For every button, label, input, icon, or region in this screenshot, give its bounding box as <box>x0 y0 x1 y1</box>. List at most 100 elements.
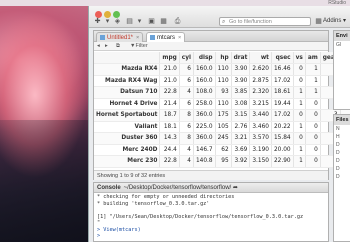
open-file-icon[interactable]: ▤ <box>125 17 134 26</box>
row-name-cell: Mazda RX4 <box>94 63 161 76</box>
table-cell: 8 <box>179 132 194 145</box>
wallpaper-shadow <box>0 120 90 242</box>
popout-icon[interactable]: ⧉ <box>116 42 120 51</box>
table-cell: 245 <box>215 132 232 145</box>
table-cell: 4 <box>179 86 194 99</box>
console-prompt[interactable]: > <box>97 233 325 240</box>
table-cell: 3.92 <box>231 155 251 168</box>
files-tab[interactable]: Files <box>334 115 350 125</box>
file-item[interactable]: H <box>334 133 350 141</box>
tab-untitled1[interactable]: Untitled1* × <box>96 32 144 42</box>
table-cell: 2.76 <box>231 121 251 133</box>
table-cell: 3.190 <box>249 144 272 156</box>
row-name-cell: Hornet Sportabout <box>94 109 161 122</box>
chevron-down-icon[interactable]: ▾ <box>103 17 112 26</box>
table-cell: 3.21 <box>231 132 251 145</box>
new-project-icon[interactable]: ◈ <box>113 17 122 26</box>
column-header[interactable]: vs <box>293 52 306 64</box>
table-row[interactable]: Datsun 71022.84108.0933.852.32018.61114 <box>94 86 350 99</box>
forward-arrow-icon[interactable]: ▸ <box>105 42 108 51</box>
table-cell: 21.0 <box>159 75 180 87</box>
data-table: mpg cyl disp hp drat wt qsec vs am gear … <box>94 52 350 168</box>
table-cell: 18.1 <box>159 121 180 133</box>
table-cell: 95 <box>215 155 232 168</box>
table-cell: 8 <box>179 109 194 122</box>
table-row[interactable]: Hornet Sportabout 18.7 8 360.0 175 3.15 3.440 1… <box>94 109 350 122</box>
row-name-cell: Merc 230 <box>94 155 161 168</box>
file-item[interactable]: N <box>334 125 350 133</box>
table-cell: 1 <box>293 86 306 99</box>
tab-mtcars[interactable]: mtcars × <box>146 32 186 42</box>
table-cell: 146.7 <box>193 144 216 156</box>
file-item[interactable]: D <box>334 141 350 149</box>
row-name-cell: Hornet 4 Drive <box>94 98 161 110</box>
back-arrow-icon[interactable]: ◂ <box>97 42 100 51</box>
table-cell: 0 <box>293 75 306 87</box>
console-output[interactable]: * checking for empty or unneeded directo… <box>94 193 328 241</box>
global-env-label[interactable]: Gl <box>334 41 350 49</box>
filter-button[interactable]: ▼ Filter <box>130 42 148 51</box>
close-icon[interactable]: × <box>136 35 139 41</box>
console-title: Console <box>97 185 121 191</box>
table-cell: 3.69 <box>231 144 251 156</box>
table-cell: 175 <box>215 109 232 122</box>
file-item[interactable]: D <box>334 173 350 181</box>
table-cell: 22.90 <box>271 155 294 168</box>
column-header[interactable]: disp <box>193 52 216 64</box>
column-header[interactable]: cyl <box>179 52 194 64</box>
file-item[interactable]: D <box>334 165 350 173</box>
addins-menu[interactable]: Addins ▾ <box>323 17 346 26</box>
new-file-icon[interactable]: ✚ <box>93 17 102 26</box>
table-cell: 21.0 <box>159 63 180 76</box>
table-cell: 62 <box>215 144 232 156</box>
column-header[interactable]: qsec <box>271 52 294 64</box>
goto-file-function-input[interactable]: ⌕ Go to file/function <box>219 17 311 26</box>
file-item[interactable]: D <box>334 149 350 157</box>
table-row[interactable]: Valiant18.16225.01052.763.46020.22103 <box>94 121 350 133</box>
table-cell: 18.61 <box>271 86 294 99</box>
table-cell: 3.15 <box>231 109 251 122</box>
addins-label: Addins <box>323 18 342 24</box>
print-icon[interactable]: ⎙ <box>173 17 182 26</box>
column-header[interactable] <box>94 52 161 64</box>
file-item[interactable]: D <box>334 157 350 165</box>
table-row[interactable]: Mazda RX421.06160.01103.902.62016.46014 <box>94 63 350 76</box>
table-cell: 3.85 <box>231 86 251 99</box>
rstudio-window: ✚ ▾ ◈ ▤ ▾ ▣ ▦ ⎙ ⌕ Go to file/function ▦ … <box>88 6 350 242</box>
table-cell: 2.320 <box>249 86 272 99</box>
table-cell: 21.4 <box>159 98 180 110</box>
column-header[interactable]: am <box>305 52 321 64</box>
table-cell: 108.0 <box>193 86 216 99</box>
table-header-row: mpg cyl disp hp drat wt qsec vs am gear … <box>94 52 350 64</box>
table-row[interactable]: Merc 23022.84140.8953.923.15022.90104 <box>94 155 350 168</box>
chevron-down-icon[interactable]: ▾ <box>135 17 144 26</box>
column-header[interactable]: wt <box>249 52 272 64</box>
close-icon[interactable]: × <box>178 35 181 41</box>
save-icon[interactable]: ▣ <box>147 17 156 26</box>
table-cell: 19.44 <box>271 98 294 110</box>
table-row[interactable]: Mazda RX4 Wag 21.0 6 160.0 110 3.90 2.875 17.02… <box>94 75 350 87</box>
environment-tab[interactable]: Envi <box>334 31 350 41</box>
grid-icon[interactable]: ▦ <box>314 17 323 26</box>
save-all-icon[interactable]: ▦ <box>159 17 168 26</box>
column-header[interactable]: mpg <box>159 52 180 64</box>
table-row[interactable]: Merc 240D24.44146.7623.693.19020.00104 <box>94 144 350 156</box>
console-header: Console ~/Desktop/Docker/tensorflow/tenso… <box>94 183 328 193</box>
row-name-cell: Mazda RX4 Wag <box>94 75 161 87</box>
console-path: ~/Desktop/Docker/tensorflow/tensorflow/ <box>123 185 232 191</box>
column-header[interactable]: drat <box>231 52 251 64</box>
table-cell: 20.22 <box>271 121 294 133</box>
table-row[interactable]: Duster 36014.38360.02453.213.57015.84003 <box>94 132 350 145</box>
table-cell: 1 <box>293 155 306 168</box>
table-cell: 1 <box>305 75 321 87</box>
goto-dir-icon[interactable]: ➦ <box>233 185 238 191</box>
table-cell: 3.215 <box>249 98 272 110</box>
column-header[interactable]: hp <box>215 52 232 64</box>
table-cell: 1 <box>293 121 306 133</box>
table-cell: 2.875 <box>249 75 272 87</box>
table-cell: 110 <box>215 63 232 76</box>
table-cell: 2.620 <box>249 63 272 76</box>
table-cell: 3.90 <box>231 75 251 87</box>
table-cell: 15.84 <box>271 132 294 145</box>
table-row[interactable]: Hornet 4 Drive 21.4 6 258.0 110 3.08 3.215 19.4… <box>94 98 350 110</box>
